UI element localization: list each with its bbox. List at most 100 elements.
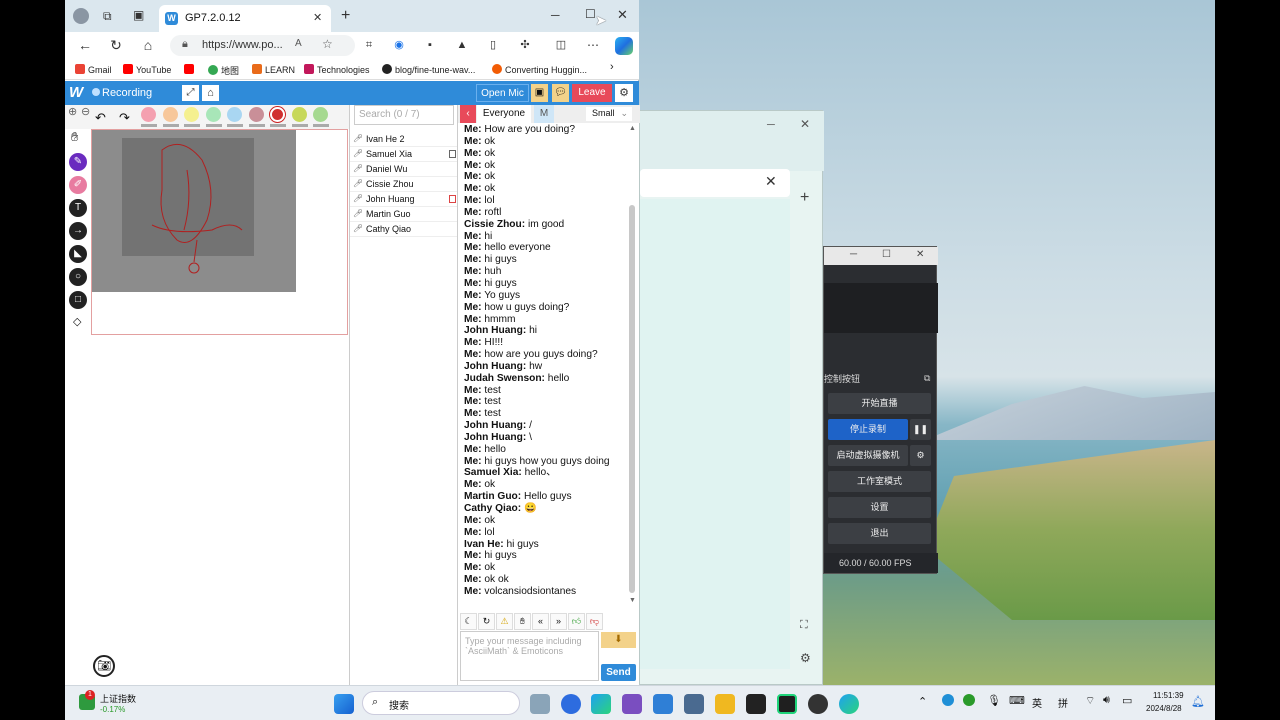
extension-3-icon[interactable]: ▪ [422,37,438,53]
screenshot-icon[interactable]: ⛶ [800,619,808,632]
send-button[interactable]: Send [601,664,636,681]
faster-icon[interactable]: » [550,613,567,630]
moon-icon[interactable]: ☾ [460,613,477,630]
bookmark-gmail[interactable]: Gmail [75,64,112,75]
close-tab-icon[interactable]: ✕ [313,11,322,24]
obs-dock-icon[interactable]: ⧉ [924,373,930,384]
tab-m[interactable]: M [534,105,554,123]
gear-icon[interactable]: ⚙ [910,445,931,466]
tray-app-icon[interactable] [963,694,975,706]
raise-hand-icon[interactable]: ✋︎ [514,613,531,630]
ide-icon[interactable] [746,694,766,714]
minimize-icon[interactable]: ─ [767,119,775,131]
camera-icon[interactable]: 📷︎ [93,655,115,677]
fullscreen-icon[interactable]: ⤢ [182,85,199,101]
workspaces-icon[interactable]: ⧉ [103,9,112,24]
download-icon[interactable]: ⬇ [601,632,636,648]
line-icon[interactable]: ◣ [69,245,87,263]
store-icon[interactable] [622,694,642,714]
refresh-icon[interactable]: ↻ [478,613,495,630]
background-browser-window[interactable]: ─ ✕ ✕ + ⛶ ⚙ [639,110,824,685]
chat-bubble-icon[interactable]: 💬︎ [552,84,569,102]
bookmark-learn[interactable]: LEARN [252,64,295,75]
close-icon[interactable]: ✕ [800,117,810,131]
participant-row[interactable]: 🎤︎ Cissie Zhou [350,177,458,192]
keyboard-icon[interactable]: ⌨ [1009,694,1025,707]
collapse-chevron-icon[interactable]: ‹ [460,105,476,123]
favorite-star-icon[interactable]: ☆ [322,37,333,51]
zoom-in-icon[interactable]: ⊕ [68,105,77,118]
browser-window[interactable]: ⧉ ▣ W GP7.2.0.12 ✕ + ─ ☐ ✕ ← ↻ ⌂ 🔒︎ http… [65,0,640,685]
pycharm-icon[interactable] [777,694,797,714]
board-icon[interactable]: ▣ [531,84,548,102]
warning-icon[interactable]: ⚠ [496,613,513,630]
obs-window[interactable]: ─ ☐ ✕ 控制按钮 ⧉ 开始直播 停止录制 ❚❚ 启动虚拟摄像机 ⚙ 工作室模… [823,246,938,574]
extension-2-icon[interactable]: ◉ [391,37,407,53]
obs-exit-button[interactable]: 退出 [828,523,931,544]
ime-mode[interactable]: 拼 [1058,695,1068,710]
new-tab-icon[interactable]: + [800,189,809,207]
volume-icon[interactable]: 🔊︎ [1103,694,1110,707]
color-swatch[interactable] [313,107,328,122]
eraser-icon[interactable]: ◇ [73,315,81,328]
color-swatch[interactable] [184,107,199,122]
read-aloud-icon[interactable]: A [295,38,302,49]
bookmark-hugging[interactable]: Converting Huggin... [492,64,587,75]
participant-row[interactable]: 🎤︎ Ivan He 2 [350,132,458,147]
new-tab-icon[interactable]: + [341,7,350,25]
zoom-out-icon[interactable]: ⊖ [81,105,90,118]
tab-actions-icon[interactable]: ▣ [133,8,144,22]
redo-icon[interactable]: ↷ [119,110,130,126]
split-screen-icon[interactable]: ◫ [553,37,569,53]
wifi-icon[interactable]: ⌔ [1085,694,1095,708]
app-icon[interactable] [653,694,673,714]
more-menu-icon[interactable]: ⋯ [585,37,601,53]
obs-icon[interactable] [808,694,828,714]
open-mic-button[interactable]: Open Mic [476,84,529,102]
bookmark-youtube-2[interactable] [184,64,197,75]
thumbs-down-icon[interactable]: 👎︎ [586,613,603,630]
home-icon[interactable]: ⌂ [140,37,156,53]
font-size-select[interactable]: Small ⌄ [586,107,632,121]
settings-gear-icon[interactable]: ⚙ [615,84,633,102]
color-swatch[interactable] [248,107,264,122]
windows-start-icon[interactable] [334,694,354,714]
thumbs-up-icon[interactable]: 👍︎ [568,613,585,630]
slower-icon[interactable]: « [532,613,549,630]
obs-maximize-icon[interactable]: ☐ [882,249,891,260]
color-swatch[interactable] [291,107,307,122]
more-bookmarks-chevron-icon[interactable]: › [610,61,614,73]
obs-minimize-icon[interactable]: ─ [850,249,857,260]
obs-stop-record-button[interactable]: 停止录制 [828,419,908,440]
obs-settings-button[interactable]: 设置 [828,497,931,518]
leave-button[interactable]: Leave [572,84,612,102]
task-view-icon[interactable] [530,694,550,714]
taskbar-search-box[interactable]: ⌕ 搜索 [362,691,520,715]
obs-virtual-cam-button[interactable]: 启动虚拟摄像机 [828,445,908,466]
obs-start-stream-button[interactable]: 开始直播 [828,393,931,414]
pen-icon[interactable]: ✎ [69,153,87,171]
refresh-icon[interactable]: ↻ [108,37,124,53]
mic-icon[interactable]: 🎙︎ [987,694,1001,707]
extension-4-icon[interactable]: ▲ [454,37,470,53]
back-icon[interactable]: ← [77,37,93,53]
extensions-puzzle-icon[interactable]: ✣ [517,37,533,53]
file-explorer-icon[interactable] [715,694,735,714]
zoom-app-icon[interactable] [561,694,581,714]
color-swatch[interactable] [162,107,178,122]
obs-studio-mode-button[interactable]: 工作室模式 [828,471,931,492]
participant-row[interactable]: 🎤︎ Martin Guo [350,207,458,222]
circle-icon[interactable]: ○ [69,268,87,286]
hand-icon[interactable]: ✋︎ [71,129,78,145]
battery-icon[interactable]: ▭ [1122,694,1132,707]
participant-row[interactable]: 🎤︎ Daniel Wu [350,162,458,177]
close-window-icon[interactable]: ✕ [617,7,628,23]
ime-language[interactable]: 英 [1032,695,1042,710]
obs-close-icon[interactable]: ✕ [916,249,924,260]
bookmark-youtube[interactable]: YouTube [123,64,171,75]
participant-row[interactable]: 🎤︎ Samuel Xia [350,147,458,162]
home-icon[interactable]: ⌂ [202,85,219,101]
bookmark-maps[interactable]: 地图 [208,64,239,77]
participant-row[interactable]: 🎤︎ John Huang [350,192,458,207]
color-swatch[interactable] [141,107,156,122]
